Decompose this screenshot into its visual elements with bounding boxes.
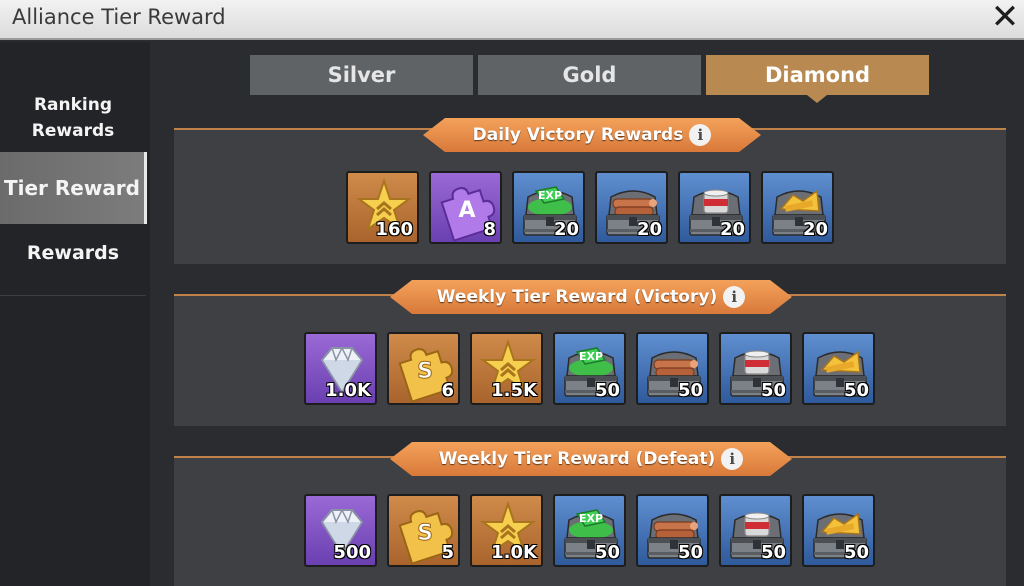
window-title: Alliance Tier Reward [12,5,226,29]
reward-item[interactable]: EXP 50 [553,332,626,405]
reward-item[interactable]: 500 [304,494,377,567]
sidebar-item-label: Tier Reward [3,176,140,200]
reward-quantity: 500 [333,542,371,563]
reward-item[interactable]: 1.0K [304,332,377,405]
reward-quantity: 20 [719,219,745,240]
sidebar-item-label: Ranking Rewards [31,95,115,141]
reward-quantity: 50 [760,542,786,563]
sidebar-item-rewards[interactable]: Rewards [0,242,146,264]
reward-quantity: 50 [677,542,703,563]
section-title-banner: Daily Victory Rewards i [423,118,761,152]
reward-item[interactable]: 20 [678,171,751,244]
reward-item[interactable]: EXP 20 [512,171,585,244]
info-icon[interactable]: i [721,448,743,470]
reward-quantity: 50 [760,380,786,401]
reward-quantity: 160 [375,219,413,240]
reward-quantity: 50 [677,380,703,401]
svg-text:A: A [458,198,475,223]
close-icon[interactable]: ✕ [988,0,1022,36]
reward-item[interactable]: 50 [802,332,875,405]
svg-text:EXP: EXP [579,350,603,363]
tab-diamond[interactable]: Diamond [706,55,929,95]
sidebar-item-ranking-rewards[interactable]: Ranking Rewards [0,92,146,144]
selected-tab-pointer [807,95,827,103]
reward-quantity: 20 [636,219,662,240]
reward-quantity: 50 [843,542,869,563]
reward-quantity: 1.5K [491,380,537,401]
reward-quantity: 50 [594,542,620,563]
reward-item[interactable]: 160 [346,171,419,244]
svg-text:S: S [417,521,433,546]
section-title-banner: Weekly Tier Reward (Victory) i [390,280,792,314]
reward-item[interactable]: 50 [636,332,709,405]
title-bar: Alliance Tier Reward ✕ [0,0,1024,40]
tab-gold[interactable]: Gold [478,55,701,95]
reward-item[interactable]: 50 [719,494,792,567]
svg-text:EXP: EXP [579,512,603,525]
reward-quantity: 1.0K [325,380,371,401]
reward-quantity: 8 [483,219,496,240]
reward-quantity: 50 [843,380,869,401]
reward-quantity: 5 [441,542,454,563]
reward-item[interactable]: 1.0K [470,494,543,567]
reward-item[interactable]: 20 [595,171,668,244]
info-icon[interactable]: i [689,124,711,146]
reward-item[interactable]: 50 [719,332,792,405]
sidebar-item-label: Rewards [26,242,120,264]
reward-item[interactable]: A8 [429,171,502,244]
svg-text:S: S [417,359,433,384]
reward-item[interactable]: 1.5K [470,332,543,405]
reward-item[interactable]: 20 [761,171,834,244]
tab-silver[interactable]: Silver [250,55,473,95]
reward-item[interactable]: 50 [802,494,875,567]
section-title: Daily Victory Rewards [472,125,684,145]
reward-quantity: 6 [441,380,454,401]
info-icon[interactable]: i [723,286,745,308]
reward-quantity: 50 [594,380,620,401]
reward-quantity: 1.0K [491,542,537,563]
reward-item[interactable]: S6 [387,332,460,405]
section-title: Weekly Tier Reward (Defeat) [438,449,716,469]
sidebar-item-tier-reward[interactable]: Tier Reward [0,152,147,224]
reward-item[interactable]: EXP 50 [553,494,626,567]
reward-item[interactable]: 50 [636,494,709,567]
sidebar-divider [0,295,146,296]
section-title: Weekly Tier Reward (Victory) [436,287,718,307]
reward-quantity: 20 [802,219,828,240]
svg-text:EXP: EXP [538,189,562,202]
sidebar: Ranking Rewards Tier Reward Rewards [0,42,150,586]
section-title-banner: Weekly Tier Reward (Defeat) i [390,442,792,476]
reward-quantity: 20 [553,219,579,240]
reward-item[interactable]: S5 [387,494,460,567]
